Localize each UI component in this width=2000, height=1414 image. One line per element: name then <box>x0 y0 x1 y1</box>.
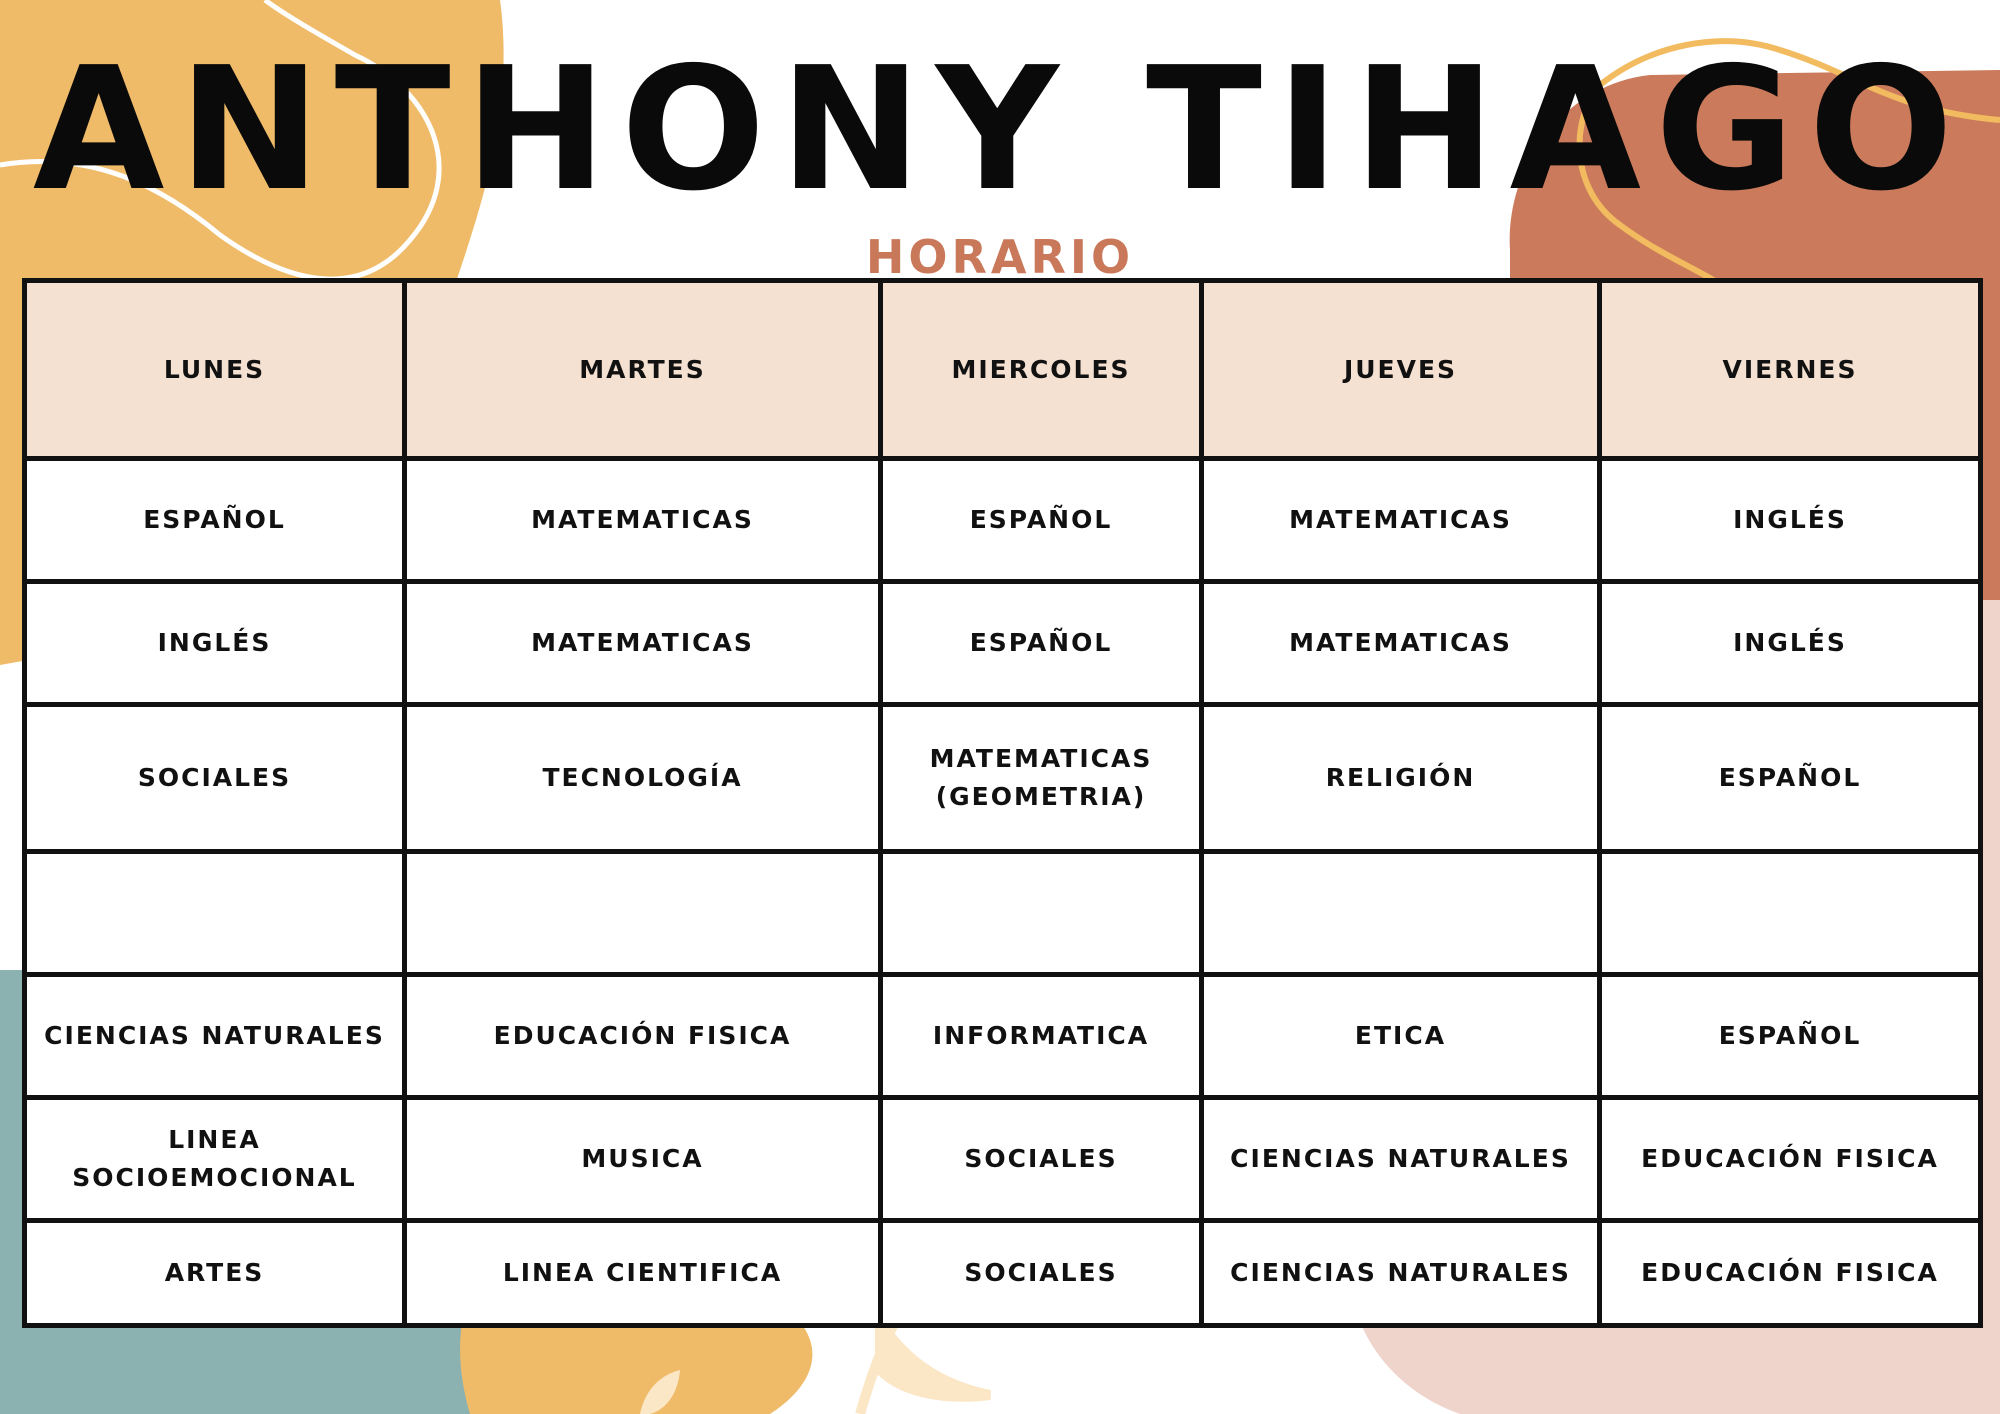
day-header-lunes: LUNES <box>22 278 407 461</box>
schedule-row-7: ARTES LINEA CIENTIFICA SOCIALES CIENCIAS… <box>22 1218 1983 1328</box>
schedule-row-1: ESPAÑOL MATEMATICAS ESPAÑOL MATEMATICAS … <box>22 456 1983 584</box>
schedule-table: LUNES MARTES MIERCOLES JUEVES VIERNES ES… <box>22 278 1983 1328</box>
schedule-cell <box>878 849 1204 977</box>
schedule-cell: ESPAÑOL <box>878 456 1204 584</box>
day-header-martes: MARTES <box>402 278 883 461</box>
day-header-row: LUNES MARTES MIERCOLES JUEVES VIERNES <box>22 278 1983 461</box>
day-header-viernes: VIERNES <box>1597 278 1983 461</box>
schedule-cell: MATEMATICAS <box>402 579 883 707</box>
schedule-cell: INGLÉS <box>22 579 407 707</box>
schedule-cell: INGLÉS <box>1597 579 1983 707</box>
schedule-cell: MATEMATICAS (GEOMETRIA) <box>878 702 1204 854</box>
page-subtitle: HORARIO <box>865 230 1135 284</box>
schedule-cell: CIENCIAS NATURALES <box>1199 1095 1602 1223</box>
schedule-cell <box>22 849 407 977</box>
schedule-cell: EDUCACIÓN FISICA <box>1597 1218 1983 1328</box>
day-header-miercoles: MIERCOLES <box>878 278 1204 461</box>
schedule-cell: ARTES <box>22 1218 407 1328</box>
schedule-cell: MUSICA <box>402 1095 883 1223</box>
schedule-cell: ETICA <box>1199 972 1602 1100</box>
schedule-cell: RELIGIÓN <box>1199 702 1602 854</box>
schedule-cell: EDUCACIÓN FISICA <box>402 972 883 1100</box>
schedule-cell: MATEMATICAS <box>1199 579 1602 707</box>
schedule-row-4 <box>22 849 1983 977</box>
schedule-cell: CIENCIAS NATURALES <box>22 972 407 1100</box>
schedule-cell: LINEA SOCIOEMOCIONAL <box>22 1095 407 1223</box>
schedule-row-2: INGLÉS MATEMATICAS ESPAÑOL MATEMATICAS I… <box>22 579 1983 707</box>
schedule-cell: SOCIALES <box>22 702 407 854</box>
schedule-cell: MATEMATICAS <box>402 456 883 584</box>
schedule-cell: EDUCACIÓN FISICA <box>1597 1095 1983 1223</box>
schedule-row-3: SOCIALES TECNOLOGÍA MATEMATICAS (GEOMETR… <box>22 702 1983 854</box>
schedule-cell: INGLÉS <box>1597 456 1983 584</box>
schedule-cell <box>1597 849 1983 977</box>
schedule-cell: CIENCIAS NATURALES <box>1199 1218 1602 1328</box>
schedule-cell: MATEMATICAS <box>1199 456 1602 584</box>
schedule-cell: ESPAÑOL <box>22 456 407 584</box>
schedule-cell: ESPAÑOL <box>1597 702 1983 854</box>
schedule-cell: ESPAÑOL <box>878 579 1204 707</box>
schedule-cell <box>1199 849 1602 977</box>
schedule-cell: INFORMATICA <box>878 972 1204 1100</box>
schedule-cell: ESPAÑOL <box>1597 972 1983 1100</box>
schedule-cell: LINEA CIENTIFICA <box>402 1218 883 1328</box>
day-header-jueves: JUEVES <box>1199 278 1602 461</box>
schedule-cell <box>402 849 883 977</box>
schedule-cell: SOCIALES <box>878 1095 1204 1223</box>
page-title: ANTHONY TIHAGO <box>32 31 1968 229</box>
mustard-blob-bottom <box>460 1322 813 1414</box>
leaf-shape-bottom <box>855 1305 991 1414</box>
schedule-row-6: LINEA SOCIOEMOCIONAL MUSICA SOCIALES CIE… <box>22 1095 1983 1223</box>
schedule-row-5: CIENCIAS NATURALES EDUCACIÓN FISICA INFO… <box>22 972 1983 1100</box>
schedule-cell: TECNOLOGÍA <box>402 702 883 854</box>
blush-blob-bottom-right <box>1360 1322 1978 1414</box>
schedule-cell: SOCIALES <box>878 1218 1204 1328</box>
